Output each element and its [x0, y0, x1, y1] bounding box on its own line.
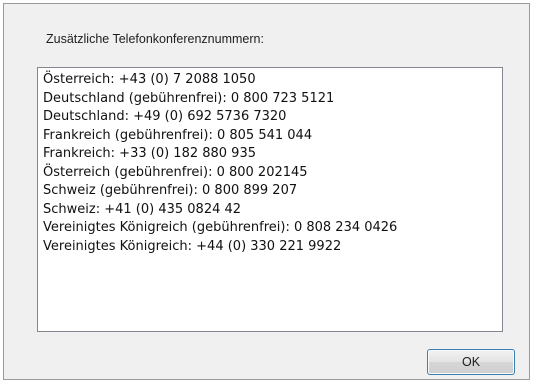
number-line: Österreich: +43 (0) 7 2088 1050	[43, 72, 256, 87]
number-line: Vereinigtes Königreich (gebührenfrei): 0…	[43, 220, 398, 235]
number-line: Vereinigtes Königreich: +44 (0) 330 221 …	[43, 238, 342, 254]
number-line: Schweiz (gebührenfrei): 0 800 899 207	[43, 183, 298, 198]
number-line: Frankreich (gebührenfrei): 0 805 541 044	[43, 127, 313, 143]
dialog-heading: Zusätzliche Telefonkonferenznummern:	[46, 32, 264, 46]
numbers-textbox[interactable]: Österreich: +43 (0) 7 2088 1050 Deutschl…	[37, 67, 503, 332]
number-line: Frankreich: +33 (0) 182 880 935	[43, 146, 256, 161]
number-line: Deutschland (gebührenfrei): 0 800 723 51…	[43, 90, 335, 106]
conference-numbers-dialog: Zusätzliche Telefonkonferenznummern: Öst…	[3, 3, 530, 380]
number-line: Schweiz: +41 (0) 435 0824 42	[43, 201, 242, 217]
ok-button[interactable]: OK	[427, 349, 515, 375]
number-line: Deutschland: +49 (0) 692 5736 7320	[43, 109, 287, 124]
number-line: Österreich (gebührenfrei): 0 800 202145	[43, 164, 308, 180]
